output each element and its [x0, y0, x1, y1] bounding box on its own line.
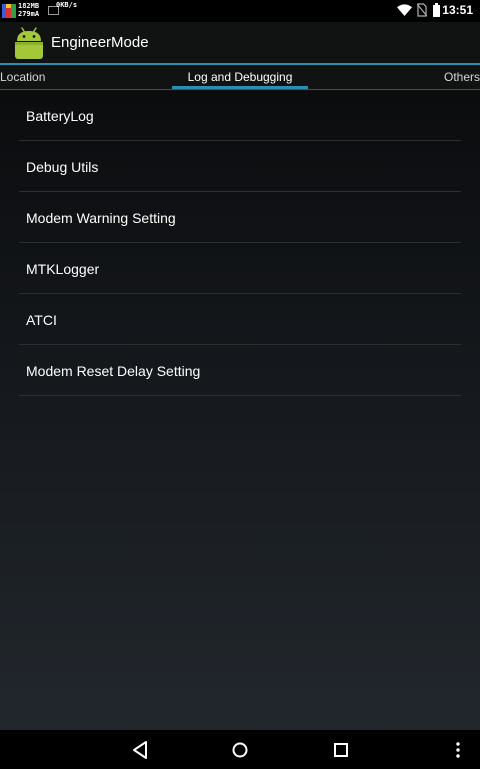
tab-location[interactable]: Location — [0, 70, 45, 84]
tab-log-and-debugging[interactable]: Log and Debugging — [172, 70, 308, 84]
menu-item-label: MTKLogger — [26, 261, 100, 277]
app-title: EngineerMode — [51, 34, 149, 51]
menu-item-modem-reset-delay-setting[interactable]: Modem Reset Delay Setting — [0, 345, 480, 396]
menu-item-modem-warning-setting[interactable]: Modem Warning Setting — [0, 192, 480, 243]
menu-item-label: Modem Reset Delay Setting — [26, 363, 201, 379]
memory-monitor: 182MB 279mA — [2, 2, 48, 20]
menu-item-battery-log[interactable]: BatteryLog — [0, 90, 480, 141]
menu-item-label: Modem Warning Setting — [26, 210, 176, 226]
menu-item-label: Debug Utils — [26, 159, 99, 175]
memory-meter-icon — [2, 4, 16, 18]
navigation-bar — [0, 730, 480, 769]
status-bar: 182MB 279mA 0KB/s 13:51 — [0, 0, 480, 22]
menu-item-label: ATCI — [26, 312, 57, 328]
memory-usage-text: 182MB — [18, 2, 40, 10]
menu-item-debug-utils[interactable]: Debug Utils — [0, 141, 480, 192]
wifi-icon — [397, 4, 412, 16]
menu-item-mtklogger[interactable]: MTKLogger — [0, 243, 480, 294]
list-divider — [19, 395, 461, 396]
menu-list: BatteryLog Debug Utils Modem Warning Set… — [0, 90, 480, 396]
recents-icon[interactable] — [329, 739, 353, 761]
action-bar: EngineerMode — [0, 22, 480, 64]
tab-others[interactable]: Others — [444, 70, 480, 84]
android-robot-icon[interactable] — [12, 26, 46, 60]
battery-icon — [433, 3, 440, 17]
menu-item-atci[interactable]: ATCI — [0, 294, 480, 345]
content-area: BatteryLog Debug Utils Modem Warning Set… — [0, 90, 480, 730]
tab-strip: Location Log and Debugging Others — [0, 65, 480, 90]
network-speed-text: 0KB/s — [56, 1, 78, 9]
menu-item-label: BatteryLog — [26, 108, 94, 124]
current-draw-text: 279mA — [18, 10, 40, 18]
back-icon[interactable] — [129, 739, 153, 761]
overflow-menu-icon[interactable] — [450, 739, 466, 761]
status-clock: 13:51 — [442, 3, 473, 17]
no-sim-icon — [417, 3, 427, 17]
home-icon[interactable] — [228, 739, 252, 761]
